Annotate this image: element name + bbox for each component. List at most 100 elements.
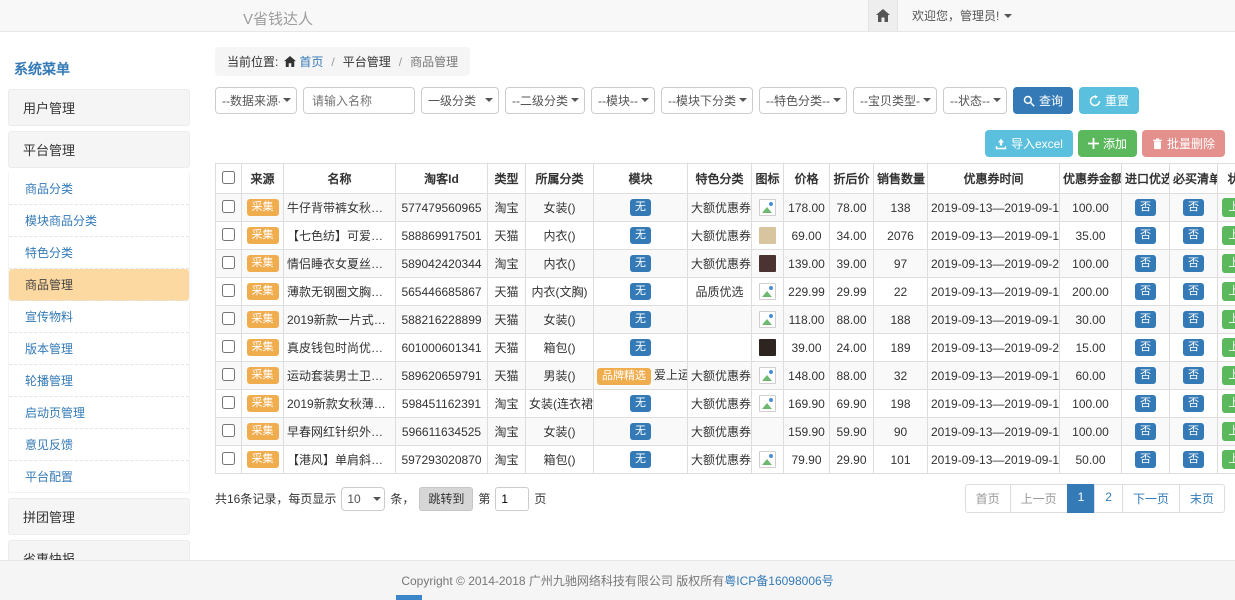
cell-import-optional: 否: [1122, 250, 1170, 278]
sidebar-subitem-3[interactable]: 特色分类: [9, 237, 189, 269]
sidebar-subitem-4[interactable]: 商品管理: [9, 269, 189, 301]
import-optional-toggle[interactable]: 否: [1135, 423, 1156, 440]
per-page-select[interactable]: 10: [341, 487, 385, 511]
sidebar-item-2[interactable]: 平台管理: [8, 131, 190, 168]
pager-item-1[interactable]: 1: [1067, 484, 1096, 513]
pager-item-下一页[interactable]: 下一页: [1122, 484, 1180, 513]
cell-category: 内衣(文胸): [526, 278, 594, 306]
status-toggle[interactable]: 上架: [1222, 282, 1235, 301]
row-checkbox[interactable]: [222, 340, 235, 353]
filter-select-7[interactable]: --特色分类--: [759, 87, 847, 114]
pager-item-2[interactable]: 2: [1094, 484, 1123, 513]
sidebar-subitem-8[interactable]: 启动页管理: [9, 397, 189, 429]
row-checkbox[interactable]: [222, 284, 235, 297]
cell-feature: 大额优惠券: [688, 194, 752, 222]
import-optional-toggle[interactable]: 否: [1135, 255, 1156, 272]
sidebar-item-4[interactable]: 省惠快报: [8, 540, 190, 560]
import-optional-toggle[interactable]: 否: [1135, 395, 1156, 412]
cell-checkbox: [216, 306, 242, 334]
must-buy-toggle[interactable]: 否: [1183, 227, 1204, 244]
breadcrumb-level1[interactable]: 平台管理: [343, 53, 391, 70]
status-toggle[interactable]: 上架: [1222, 422, 1235, 441]
sidebar-subitem-6[interactable]: 版本管理: [9, 333, 189, 365]
import-optional-toggle[interactable]: 否: [1135, 451, 1156, 468]
sidebar-item-3[interactable]: 拼团管理: [8, 498, 190, 535]
status-toggle[interactable]: 上架: [1222, 310, 1235, 329]
must-buy-toggle[interactable]: 否: [1183, 283, 1204, 300]
must-buy-toggle[interactable]: 否: [1183, 451, 1204, 468]
row-checkbox[interactable]: [222, 424, 235, 437]
must-buy-toggle[interactable]: 否: [1183, 423, 1204, 440]
must-buy-toggle[interactable]: 否: [1183, 367, 1204, 384]
jump-button[interactable]: 跳转到: [419, 487, 473, 511]
sidebar-subitem-5[interactable]: 宣传物料: [9, 301, 189, 333]
pagination: 共16条记录，每页显示 10 条， 跳转到 第 页 首页上一页12下一页末页: [215, 484, 1225, 513]
filter-select-9[interactable]: --状态--: [943, 87, 1007, 114]
row-checkbox[interactable]: [222, 200, 235, 213]
name-search-input[interactable]: [303, 87, 415, 114]
home-button[interactable]: [868, 0, 898, 31]
status-toggle[interactable]: 上架: [1222, 254, 1235, 273]
pager-item-上一页[interactable]: 上一页: [1010, 484, 1068, 513]
status-toggle[interactable]: 上架: [1222, 226, 1235, 245]
sidebar-subitem-9[interactable]: 意见反馈: [9, 429, 189, 461]
row-checkbox[interactable]: [222, 312, 235, 325]
must-buy-toggle[interactable]: 否: [1183, 339, 1204, 356]
filter-select-6[interactable]: --模块下分类--: [661, 87, 753, 114]
status-toggle[interactable]: 上架: [1222, 338, 1235, 357]
search-button[interactable]: 查询: [1013, 87, 1073, 114]
sidebar-subitem-10[interactable]: 平台配置: [9, 461, 189, 492]
must-buy-toggle[interactable]: 否: [1183, 311, 1204, 328]
filter-select-1[interactable]: --数据来源--: [215, 87, 297, 114]
sidebar-subitem-2[interactable]: 模块商品分类: [9, 205, 189, 237]
breadcrumb-home-link[interactable]: 首页: [284, 53, 323, 70]
filter-select-3[interactable]: 一级分类: [421, 87, 499, 114]
cell-discount-price: 78.00: [830, 194, 874, 222]
jump-page-input[interactable]: [495, 487, 529, 511]
cell-import-optional: 否: [1122, 334, 1170, 362]
cell-source: 采集: [242, 222, 284, 250]
cell-category: 箱包(): [526, 334, 594, 362]
sidebar-subitem-1[interactable]: 商品分类: [9, 173, 189, 205]
must-buy-toggle[interactable]: 否: [1183, 199, 1204, 216]
cell-source: 采集: [242, 334, 284, 362]
batch-delete-button[interactable]: 批量删除: [1142, 130, 1225, 157]
must-buy-toggle[interactable]: 否: [1183, 255, 1204, 272]
status-toggle[interactable]: 上架: [1222, 450, 1235, 469]
broken-image-icon: [759, 451, 776, 468]
sidebar-item-1[interactable]: 用户管理: [8, 89, 190, 126]
import-optional-toggle[interactable]: 否: [1135, 339, 1156, 356]
row-checkbox[interactable]: [222, 452, 235, 465]
cell-taoke-id: 598451162391: [396, 390, 488, 418]
row-checkbox[interactable]: [222, 256, 235, 269]
col-header-图标: 图标: [752, 164, 784, 194]
status-toggle[interactable]: 上架: [1222, 198, 1235, 217]
icp-link[interactable]: 粤ICP备16098006号: [724, 572, 833, 589]
import-excel-button[interactable]: 导入excel: [985, 130, 1073, 157]
pager-item-首页[interactable]: 首页: [965, 484, 1011, 513]
row-checkbox[interactable]: [222, 396, 235, 409]
filter-select-4[interactable]: --二级分类--: [505, 87, 585, 114]
status-toggle[interactable]: 上架: [1222, 366, 1235, 385]
import-optional-toggle[interactable]: 否: [1135, 227, 1156, 244]
filter-select-8[interactable]: --宝贝类型--: [853, 87, 937, 114]
user-menu[interactable]: 欢迎您，管理员!: [912, 7, 1012, 24]
row-checkbox[interactable]: [222, 228, 235, 241]
row-checkbox[interactable]: [222, 368, 235, 381]
sidebar-subitem-7[interactable]: 轮播管理: [9, 365, 189, 397]
must-buy-toggle[interactable]: 否: [1183, 395, 1204, 412]
import-optional-toggle[interactable]: 否: [1135, 311, 1156, 328]
cell-coupon-time: 2019-09-13—2019-09-17: [928, 278, 1060, 306]
import-optional-toggle[interactable]: 否: [1135, 367, 1156, 384]
import-optional-toggle[interactable]: 否: [1135, 283, 1156, 300]
pager-item-末页[interactable]: 末页: [1179, 484, 1225, 513]
status-toggle[interactable]: 上架: [1222, 394, 1235, 413]
filter-select-5[interactable]: --模块--: [591, 87, 655, 114]
source-badge: 采集: [247, 283, 279, 300]
table-row: 采集【七色纺】可爱纯棉家...588869917501天猫内衣()无大额优惠券6…: [216, 222, 1235, 250]
add-button[interactable]: 添加: [1078, 130, 1137, 157]
select-all-checkbox[interactable]: [222, 171, 235, 184]
cell-module: 品牌精选爱上运动: [594, 362, 688, 390]
reset-button[interactable]: 重置: [1079, 87, 1139, 114]
import-optional-toggle[interactable]: 否: [1135, 199, 1156, 216]
